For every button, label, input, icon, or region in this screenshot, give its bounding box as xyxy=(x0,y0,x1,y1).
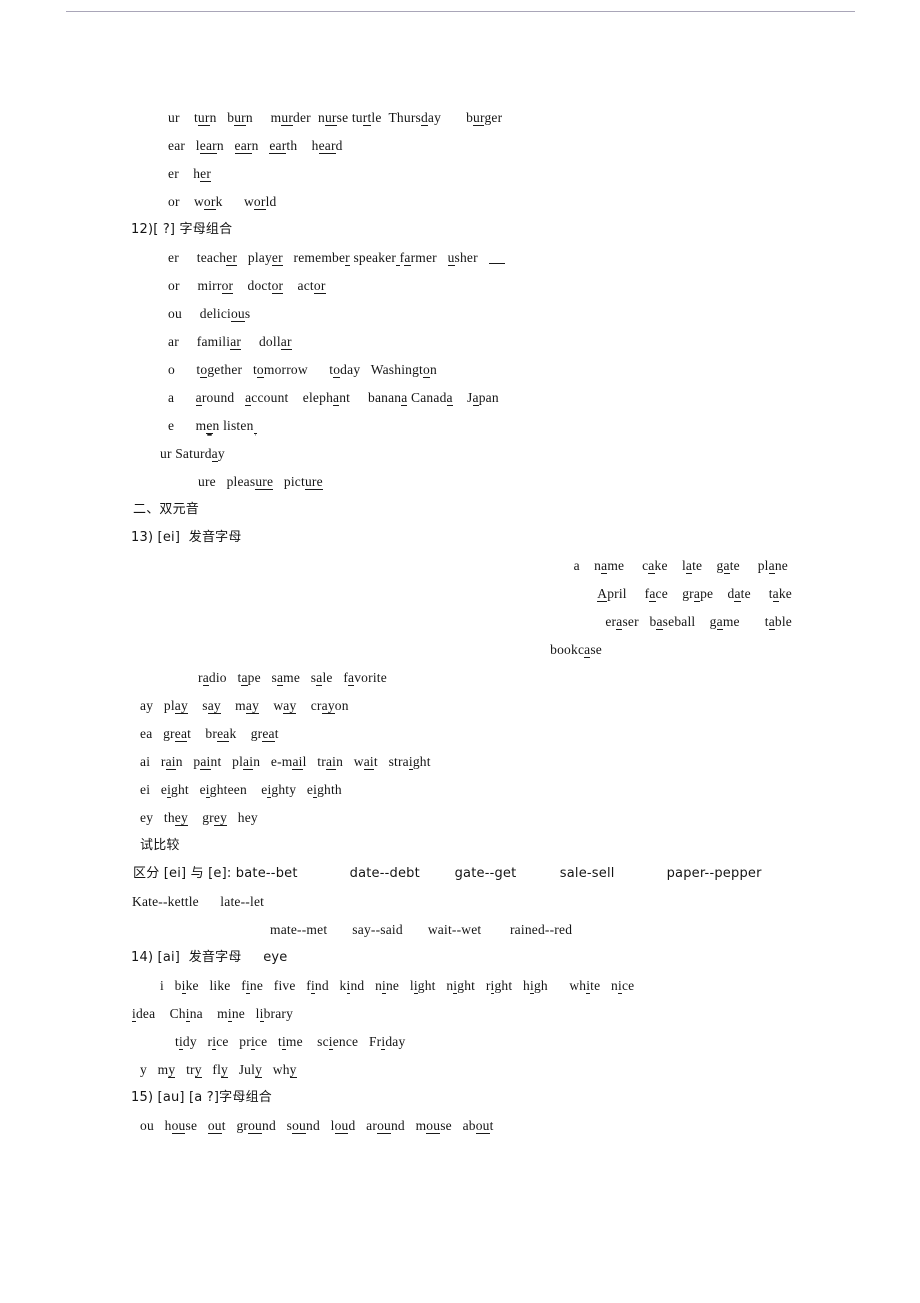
word-row-i-bike: i bike like fine five find kind nine lig… xyxy=(160,978,635,994)
word-row-ure-pleasure: ure pleasure picture xyxy=(198,474,323,490)
word-row-ei: ei eight eighteen eighty eighth xyxy=(140,782,342,798)
word-row-i-idea: idea China mine library xyxy=(132,1006,294,1022)
word-row-ar-familiar: ar familiar dollar xyxy=(168,334,292,350)
word-row-o-together: o together tomorrow today Washington xyxy=(168,362,437,378)
word-row-ear: ear learn earn earth heard xyxy=(168,138,343,154)
word-row-er-teacher: er teacher player remember speaker farme… xyxy=(0,244,920,272)
heading-12: 12)[ ?] 字母组合 xyxy=(131,222,233,237)
heading-15: 15) [au] [a ?]字母组合 xyxy=(131,1090,272,1105)
compare-row-1: 区分 [ei] 与 [e]: bate--bet date--debt gate… xyxy=(133,866,762,881)
word-row-ea: ea great break great xyxy=(140,726,279,742)
word-row-a-bookcase: bookcase xyxy=(550,642,602,658)
document-body: ur turn burn murder nurse turtle Thursda… xyxy=(0,104,920,1140)
word-row-ey: ey they grey hey xyxy=(140,810,258,826)
word-row-ur-saturday: ur Saturday xyxy=(160,446,225,462)
word-row-ou-house: ou house out ground sound loud around mo… xyxy=(140,1118,494,1134)
word-row-a-radio: radio tape same sale favorite xyxy=(198,670,387,686)
compare-row-2: Kate--kettle late--let xyxy=(132,894,265,909)
word-row-e-men: e men listen xyxy=(0,412,920,440)
document-page: ur turn burn murder nurse turtle Thursda… xyxy=(0,0,920,1303)
word-row-ou-delicious: ou delicious xyxy=(168,306,251,322)
word-row-ur: ur turn burn murder nurse turtle Thursda… xyxy=(168,110,503,126)
word-row-a-eraser: eraser baseball game table xyxy=(605,614,792,630)
word-row-ai: ai rain paint plain e-mail train wait st… xyxy=(140,754,431,770)
word-row-a-name: a name cake late gate plane xyxy=(573,558,788,574)
word-row-er-her: er her xyxy=(168,166,212,182)
word-row-or-work: or work world xyxy=(168,194,277,210)
word-row-i-tidy: tidy rice price time science Friday xyxy=(175,1034,406,1050)
heading-13: 13) [ei] 发音字母 xyxy=(131,530,242,545)
word-row-a-april: April face grape date take xyxy=(597,586,792,602)
word-row-ay: ay play say may way crayon xyxy=(140,698,349,714)
compare-row-3: mate--met say--said wait--wet rained--re… xyxy=(270,922,573,937)
heading-compare: 试比较 xyxy=(140,838,180,853)
word-row-y-my: y my try fly July why xyxy=(140,1062,297,1078)
word-row-or-mirror: or mirror doctor actor xyxy=(168,278,326,294)
header-rule xyxy=(66,11,855,12)
heading-14: 14) [ai] 发音字母 eye xyxy=(131,950,288,965)
word-row-a-around: a around account elephant banana Canada … xyxy=(168,390,499,406)
heading-section-diphthongs: 二、双元音 xyxy=(133,502,200,517)
